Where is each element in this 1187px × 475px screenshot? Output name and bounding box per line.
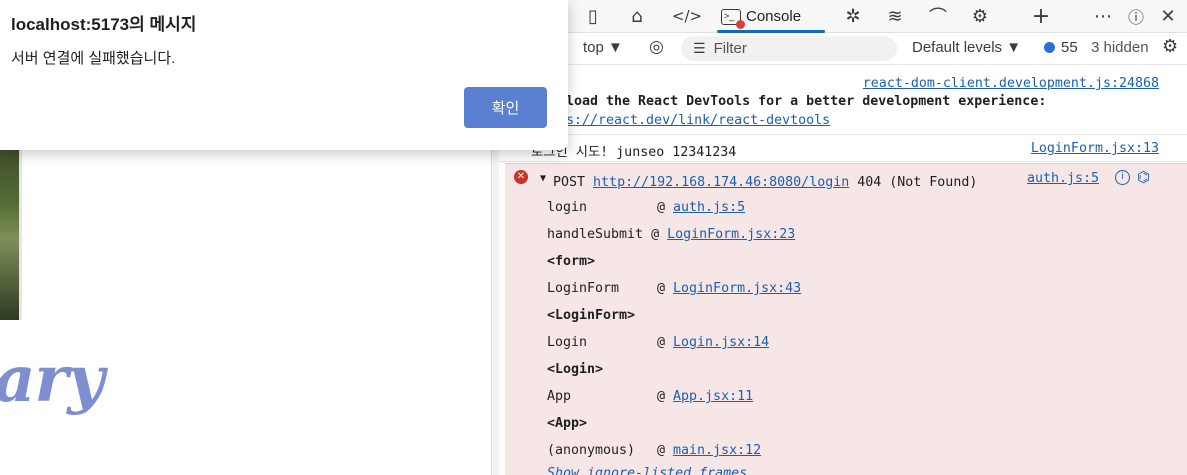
dialog-message: 서버 연결에 실패했습니다. (11, 50, 176, 67)
log-levels-select[interactable]: Default levels ▼ (912, 39, 1021, 56)
source-link[interactable]: LoginForm.jsx:13 (1031, 141, 1159, 156)
dialog-title: localhost:5173의 메시지 (11, 15, 197, 34)
devtools-link[interactable]: s://react.dev/link/react-devtools (566, 113, 830, 128)
close-devtools-icon[interactable]: ✕ (1154, 2, 1182, 30)
stack-frame: login @ auth.js:5 (547, 200, 746, 215)
stack-component-tag: <Login> (547, 362, 604, 377)
ok-button[interactable]: 확인 (464, 87, 547, 128)
message-count-badge[interactable]: 55 (1044, 39, 1078, 56)
filter-placeholder: Filter (713, 40, 747, 57)
show-ignored-frames-link[interactable]: Show ignore-listed frames (547, 466, 747, 475)
request-url-link[interactable]: http://192.168.174.46:8080/login (593, 175, 849, 190)
stack-frame: handleSubmit @ LoginForm.jsx:23 (547, 227, 796, 242)
hero-photo (0, 140, 19, 320)
error-icon: ✕ (514, 170, 528, 184)
welcome-home-icon[interactable]: ⌂ (623, 2, 651, 30)
console-settings-gear-icon[interactable]: ⚙ (1162, 36, 1178, 57)
elements-tab-icon[interactable]: </> (672, 2, 702, 30)
insight-icon[interactable]: i (1115, 170, 1130, 185)
devtools-panel: ▯ ⌂ </> >_ Console ✲ ≋ ⌒ ⚙ + ⋯ ⓘ ✕ top ▼… (499, 0, 1187, 475)
source-link[interactable]: auth.js:5 (1027, 171, 1099, 186)
console-message: react-dom-client.development.js:24868 lo… (499, 65, 1187, 135)
stack-component-tag: <LoginForm> (547, 308, 636, 323)
device-toggle-icon[interactable]: ▯ (579, 2, 607, 30)
stack-frame: App @ App.jsx:11 (547, 389, 754, 404)
photo-border (19, 140, 22, 320)
error-headline: POST http://192.168.174.46:8080/login 40… (553, 175, 978, 190)
stack-component-tag: <form> (547, 254, 596, 269)
copilot-icon[interactable]: ⌬ (1137, 168, 1150, 186)
help-icon[interactable]: ⓘ (1122, 2, 1150, 30)
console-toolbar: top ▼ ◎ ☰ Filter Default levels ▼ 55 3 h… (499, 33, 1187, 65)
context-select[interactable]: top ▼ (583, 39, 623, 56)
more-options-icon[interactable]: ⋯ (1089, 2, 1117, 30)
network-wifi-icon[interactable]: ≋ (881, 2, 909, 30)
console-icon: >_ (721, 8, 745, 29)
console-message: 로그인 시도! junseo 12341234 LoginForm.jsx:13 (499, 135, 1187, 162)
tab-console[interactable]: >_ Console (709, 0, 825, 33)
memory-chip-icon[interactable]: ⚙ (966, 2, 994, 30)
stack-frame: (anonymous) @ main.jsx:12 (547, 443, 762, 458)
stack-frame: LoginForm @ LoginForm.jsx:43 (547, 281, 802, 296)
more-tools-plus-icon[interactable]: + (1027, 2, 1055, 30)
brand-logo-text: ary (0, 342, 104, 417)
filter-icon: ☰ (693, 40, 706, 56)
performance-icon[interactable]: ⌒ (924, 2, 952, 30)
stack-component-tag: <App> (547, 416, 588, 431)
message-bubble-icon (1044, 42, 1055, 53)
sources-bug-icon[interactable]: ✲ (839, 2, 867, 30)
devtools-tabbar: ▯ ⌂ </> >_ Console ✲ ≋ ⌒ ⚙ + ⋯ ⓘ ✕ (499, 0, 1187, 33)
source-link[interactable]: react-dom-client.development.js:24868 (863, 76, 1159, 91)
tab-console-label: Console (746, 8, 802, 25)
hidden-count[interactable]: 3 hidden (1091, 39, 1149, 56)
alert-dialog: localhost:5173의 메시지 서버 연결에 실패했습니다. 확인 (0, 0, 568, 150)
expand-triangle-icon[interactable]: ▼ (540, 173, 546, 184)
stack-frame: Login @ Login.jsx:14 (547, 335, 770, 350)
filter-input[interactable]: ☰ Filter (681, 36, 897, 61)
console-error-message: ✕ ▼ POST http://192.168.174.46:8080/logi… (505, 163, 1187, 475)
live-expression-eye-icon[interactable]: ◎ (649, 37, 664, 57)
console-output: react-dom-client.development.js:24868 lo… (499, 65, 1187, 475)
message-text: load the React DevTools for a better dev… (566, 94, 1047, 109)
